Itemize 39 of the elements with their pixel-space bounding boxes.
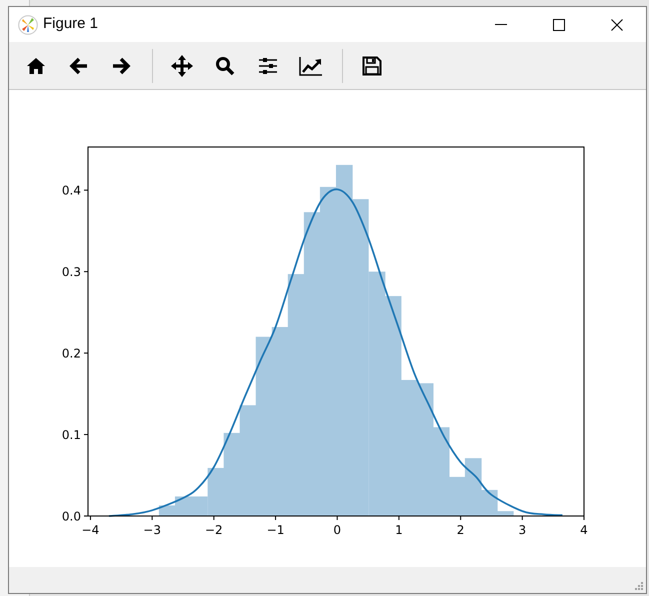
tick-label: −4 xyxy=(82,523,100,537)
tick-label: 4 xyxy=(580,523,588,537)
tick-mark xyxy=(84,190,88,191)
tick-label: 0.4 xyxy=(62,184,81,198)
tick-mark xyxy=(522,516,523,520)
pan-button[interactable] xyxy=(169,52,195,78)
tick-mark xyxy=(152,516,153,520)
minimize-icon xyxy=(495,24,507,26)
line-chart-icon xyxy=(299,56,323,76)
tick-mark xyxy=(84,271,88,272)
tick-mark xyxy=(213,516,214,520)
tick-label: 1 xyxy=(395,523,403,537)
tick-label: 0.1 xyxy=(62,428,81,442)
left-arrow-icon xyxy=(69,56,89,74)
tick-mark xyxy=(460,516,462,520)
search-icon xyxy=(215,56,235,76)
sliders-icon xyxy=(258,56,278,74)
right-arrow-icon xyxy=(111,56,131,74)
close-icon xyxy=(611,18,623,30)
tick-label: −2 xyxy=(205,523,223,537)
move-arrows-icon xyxy=(171,54,193,76)
tick-label: 0 xyxy=(333,523,342,537)
maximize-icon xyxy=(553,18,565,30)
tick-mark xyxy=(84,434,88,436)
tick-label: −3 xyxy=(143,523,161,537)
tick-mark xyxy=(84,352,88,354)
resize-grip-icon xyxy=(634,581,644,591)
tick-label: 0.0 xyxy=(62,510,81,524)
tick-label: 2 xyxy=(456,523,464,537)
tick-label: 3 xyxy=(518,523,526,537)
tick-mark xyxy=(398,516,400,520)
app-icon xyxy=(18,14,38,34)
window-title: Figure 1 xyxy=(43,14,98,34)
tick-label: 0.3 xyxy=(62,265,81,280)
tick-label: −1 xyxy=(266,523,284,537)
tick-label: 0.2 xyxy=(62,346,81,361)
tick-mark xyxy=(336,516,338,520)
home-icon xyxy=(26,56,46,74)
tick-mark xyxy=(275,516,276,520)
